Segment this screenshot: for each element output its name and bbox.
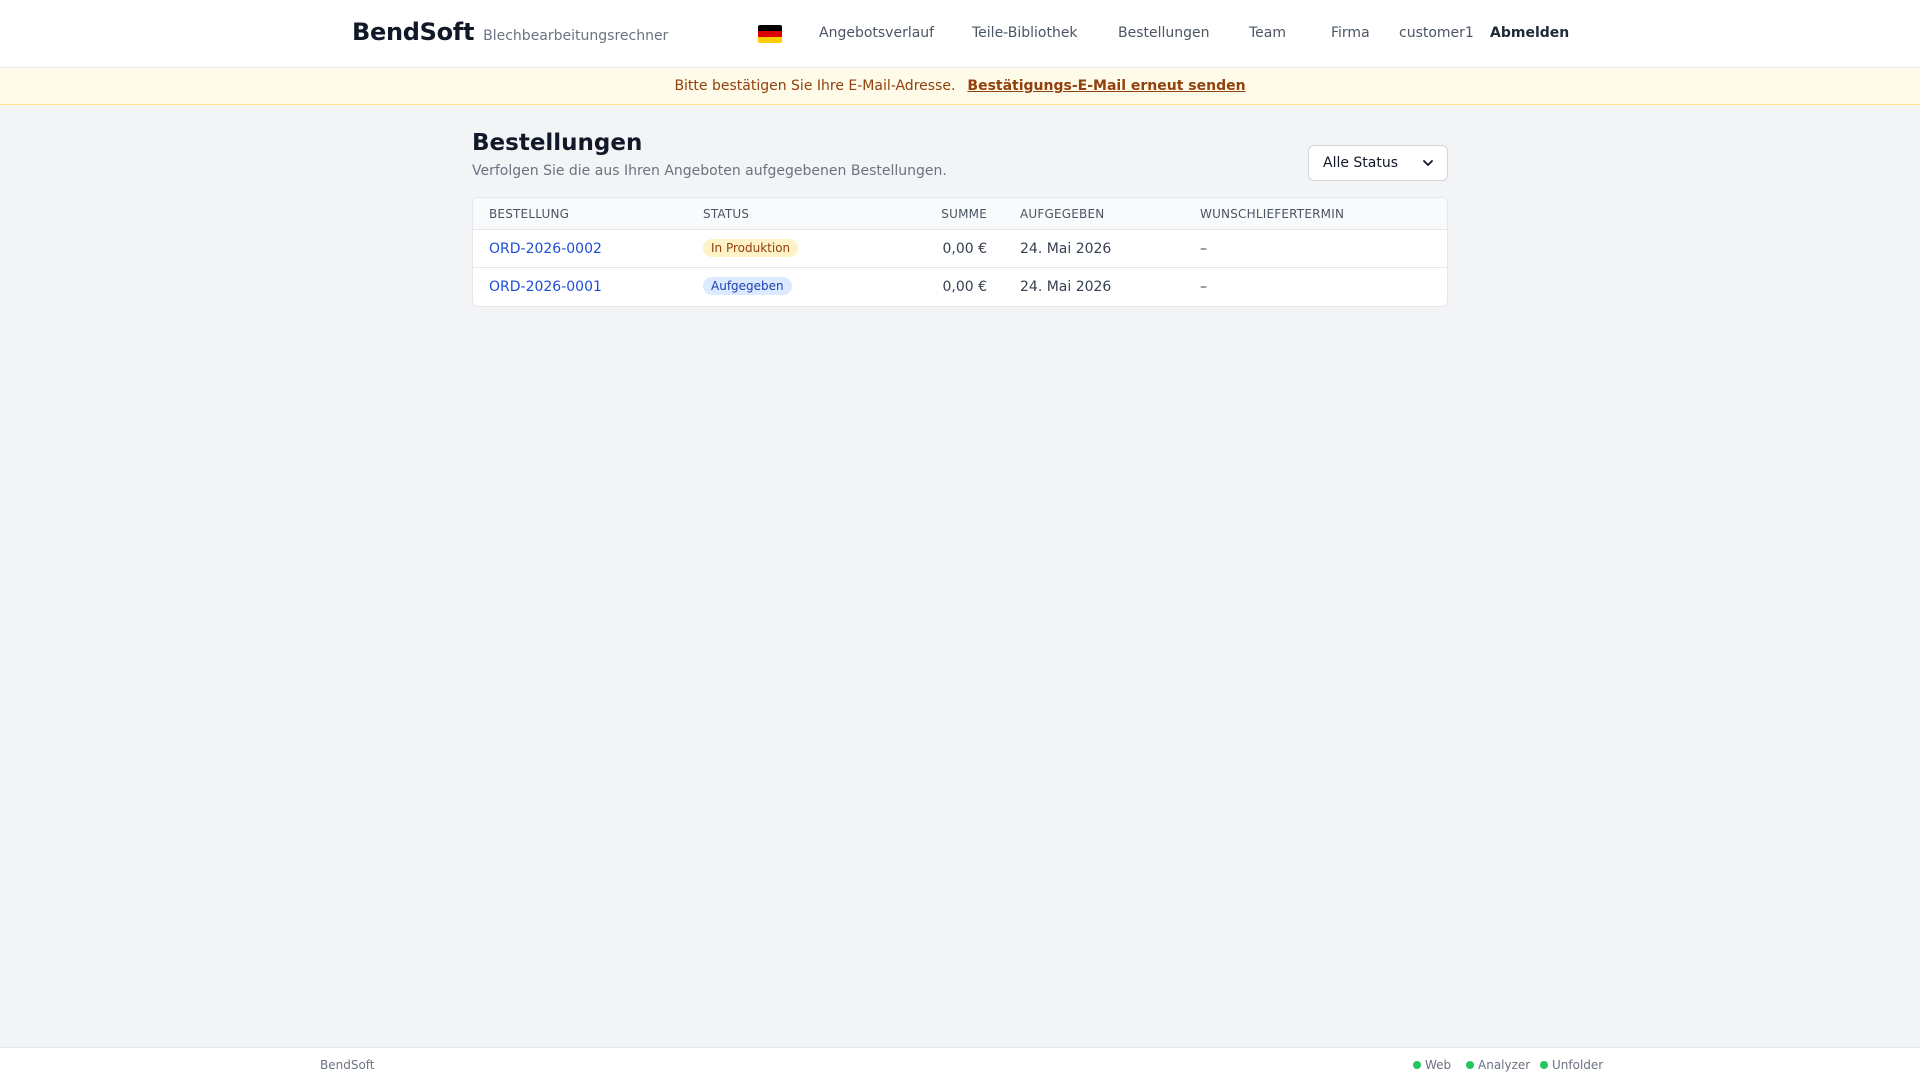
resend-verification-link[interactable]: Bestätigungs-E-Mail erneut senden [967,78,1245,94]
nav-team[interactable]: Team [1249,25,1286,41]
page-footer: BendSoft Web Analyzer Unfolder [0,1047,1920,1080]
status-dot-icon [1466,1061,1474,1069]
nav-company[interactable]: Firma [1331,25,1370,41]
main-content: Bestellungen Verfolgen Sie die aus Ihren… [472,130,1448,307]
page-title: Bestellungen [472,130,643,156]
footer-brand: BendSoft [320,1058,375,1072]
main-nav: Angebotsverlauf Teile-Bibliothek Bestell… [0,0,1920,68]
column-header-order: Bestellung [489,207,570,221]
logout-button[interactable]: Abmelden [1490,25,1569,41]
nav-parts-library[interactable]: Teile-Bibliothek [972,25,1078,41]
order-sum: 0,00 € [942,279,987,295]
service-name: Analyzer [1478,1058,1531,1072]
service-status-analyzer: Analyzer [1466,1058,1530,1072]
current-user: customer1 [1399,25,1474,41]
nav-orders[interactable]: Bestellungen [1118,25,1210,41]
column-header-status: Status [703,207,750,221]
banner-text: Bitte bestätigen Sie Ihre E-Mail-Adresse… [674,78,956,94]
order-sum: 0,00 € [942,241,987,257]
service-name: Unfolder [1552,1058,1604,1072]
order-delivery-date: – [1200,241,1207,257]
table-row[interactable]: ORD-2026-0002 In Produktion 0,00 € 24. M… [473,230,1447,268]
top-header: BendSoft Blechbearbeitungsrechner Angebo… [0,0,1920,68]
email-verification-banner: Bitte bestätigen Sie Ihre E-Mail-Adresse… [0,68,1920,105]
order-placed-date: 24. Mai 2026 [1020,241,1112,257]
orders-table: Bestellung Status Summe Aufgegeben Wunsc… [472,197,1448,307]
status-badge: In Produktion [703,239,799,257]
chevron-down-icon [1423,160,1433,166]
status-filter-select[interactable]: Alle Status [1308,145,1448,181]
status-filter-value: Alle Status [1323,155,1399,171]
service-status-web: Web [1413,1058,1451,1072]
service-name: Web [1425,1058,1452,1072]
page-subtitle: Verfolgen Sie die aus Ihren Angeboten au… [472,163,947,179]
order-placed-date: 24. Mai 2026 [1020,279,1112,295]
german-flag-icon[interactable] [758,25,782,43]
order-link[interactable]: ORD-2026-0002 [489,241,602,257]
status-dot-icon [1540,1061,1548,1069]
table-row[interactable]: ORD-2026-0001 Aufgegeben 0,00 € 24. Mai … [473,268,1447,306]
order-delivery-date: – [1200,279,1207,295]
service-status-unfolder: Unfolder [1540,1058,1603,1072]
column-header-sum: Summe [941,207,987,221]
column-header-delivery: Wunschliefertermin [1200,207,1345,221]
status-badge: Aufgegeben [703,277,792,295]
nav-quote-history[interactable]: Angebotsverlauf [819,25,934,41]
order-link[interactable]: ORD-2026-0001 [489,279,602,295]
table-header: Bestellung Status Summe Aufgegeben Wunsc… [473,198,1447,230]
status-dot-icon [1413,1061,1421,1069]
column-header-placed: Aufgegeben [1020,207,1105,221]
